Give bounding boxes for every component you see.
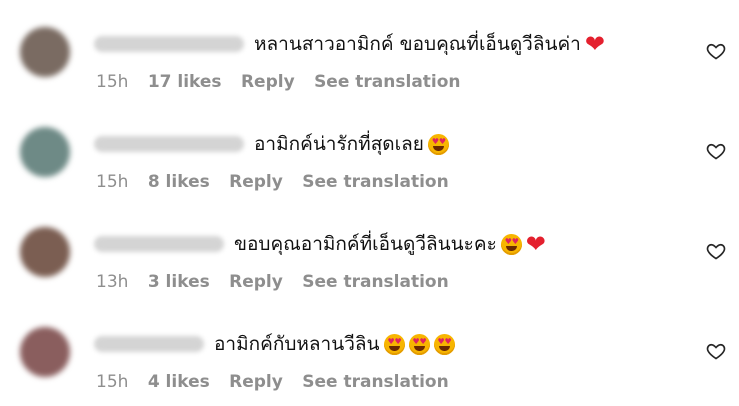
timestamp: 15h: [96, 372, 129, 392]
heart-eyes-emoji: ♥ ♥: [500, 233, 522, 255]
timestamp: 13h: [96, 272, 129, 292]
heart-eyes-emoji: ♥ ♥: [427, 133, 449, 155]
username[interactable]: [94, 336, 204, 352]
heart-outline-icon[interactable]: [706, 241, 726, 261]
comment-meta: 13h 3 likes Reply See translation: [96, 272, 463, 292]
emoji-group: ❤: [581, 30, 605, 59]
comment-meta: 15h 8 likes Reply See translation: [96, 172, 463, 192]
comment-text: ขอบคุณอามิกค์ที่เอ็นดูวีลินนะคะ: [234, 233, 497, 255]
comment-item: ขอบคุณอามิกค์ที่เอ็นดูวีลินนะคะ ♥ ♥ ❤ 13h …: [0, 200, 739, 300]
comment-line: อามิกค์น่ารักที่สุดเลย ♥ ♥: [94, 132, 449, 156]
heart-eyes-emoji: ♥ ♥: [383, 333, 405, 355]
reply-button[interactable]: Reply: [229, 272, 283, 292]
avatar[interactable]: [20, 27, 70, 77]
username[interactable]: [94, 136, 244, 152]
timestamp: 15h: [96, 72, 129, 92]
reply-button[interactable]: Reply: [241, 72, 295, 92]
see-translation-link[interactable]: See translation: [302, 272, 448, 292]
emoji-group: ♥ ♥ ♥ ♥ ♥ ♥: [380, 333, 455, 355]
heart-outline-icon[interactable]: [706, 141, 726, 161]
likes-count[interactable]: 17 likes: [148, 72, 222, 92]
see-translation-link[interactable]: See translation: [302, 372, 448, 392]
heart-eyes-emoji: ♥ ♥: [433, 333, 455, 355]
comment-text: หลานสาวอามิกค์ ขอบคุณที่เอ็นดูวีลินค่า: [254, 33, 581, 55]
comment-line: หลานสาวอามิกค์ ขอบคุณที่เอ็นดูวีลินค่า ❤: [94, 32, 605, 56]
avatar[interactable]: [20, 227, 70, 277]
likes-count[interactable]: 4 likes: [148, 372, 210, 392]
heart-outline-icon[interactable]: [706, 41, 726, 61]
comment-meta: 15h 4 likes Reply See translation: [96, 372, 463, 392]
likes-count[interactable]: 8 likes: [148, 172, 210, 192]
comment-line: อามิกค์กับหลานวีลิน ♥ ♥ ♥ ♥ ♥ ♥: [94, 332, 455, 356]
avatar[interactable]: [20, 127, 70, 177]
username[interactable]: [94, 236, 224, 252]
see-translation-link[interactable]: See translation: [302, 172, 448, 192]
likes-count[interactable]: 3 likes: [148, 272, 210, 292]
timestamp: 15h: [96, 172, 129, 192]
comment-meta: 15h 17 likes Reply See translation: [96, 72, 475, 92]
comment-item: อามิกค์กับหลานวีลิน ♥ ♥ ♥ ♥ ♥ ♥ 15h 4 likes R…: [0, 300, 739, 400]
heart-eyes-emoji: ♥ ♥: [408, 333, 430, 355]
red-heart-emoji: ❤: [525, 230, 546, 258]
emoji-group: ♥ ♥ ❤: [497, 230, 546, 258]
heart-outline-icon[interactable]: [706, 341, 726, 361]
emoji-group: ♥ ♥: [424, 133, 449, 155]
see-translation-link[interactable]: See translation: [314, 72, 460, 92]
username[interactable]: [94, 36, 244, 52]
comment-text: อามิกค์น่ารักที่สุดเลย: [254, 133, 424, 155]
comment-item: อามิกค์น่ารักที่สุดเลย ♥ ♥ 15h 8 likes Re…: [0, 100, 739, 200]
red-heart-emoji: ❤: [584, 30, 605, 59]
comment-text: อามิกค์กับหลานวีลิน: [214, 333, 380, 355]
reply-button[interactable]: Reply: [229, 172, 283, 192]
avatar[interactable]: [20, 327, 70, 377]
comment-line: ขอบคุณอามิกค์ที่เอ็นดูวีลินนะคะ ♥ ♥ ❤: [94, 232, 546, 256]
reply-button[interactable]: Reply: [229, 372, 283, 392]
comment-item: หลานสาวอามิกค์ ขอบคุณที่เอ็นดูวีลินค่า ❤…: [0, 0, 739, 100]
